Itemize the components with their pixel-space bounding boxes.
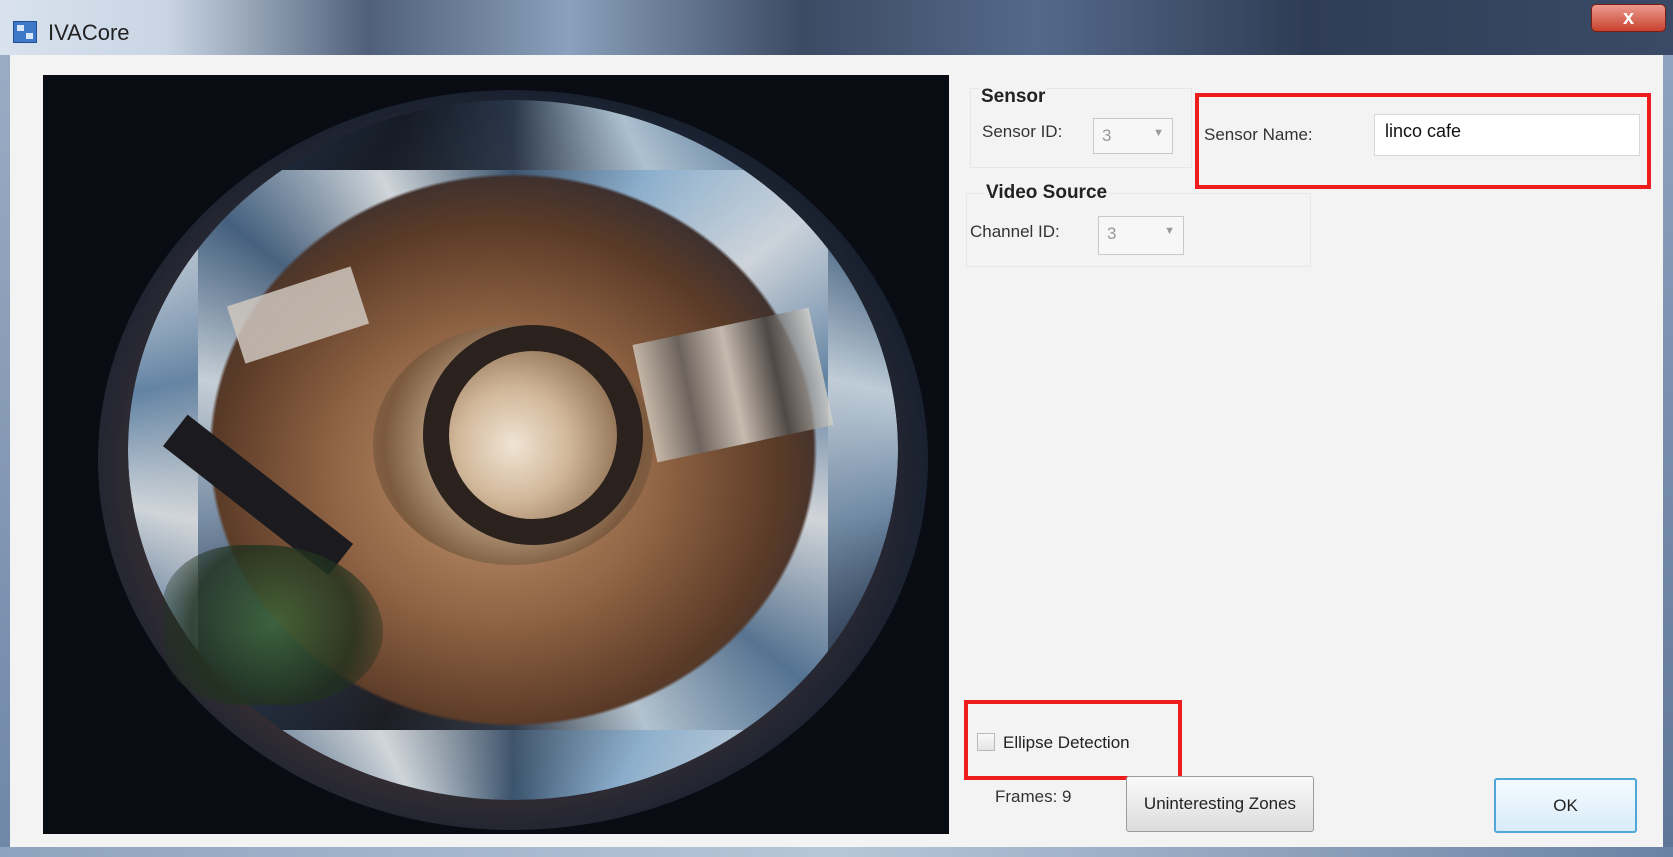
window-title: IVACore <box>48 20 130 45</box>
sensor-id-label: Sensor ID: <box>982 122 1063 141</box>
window-frame-right <box>1663 55 1673 857</box>
channel-id-combo[interactable]: 3 ▼ <box>1098 216 1184 255</box>
sensor-id-value: 3 <box>1102 126 1112 145</box>
chevron-down-icon: ▼ <box>1153 127 1164 139</box>
ellipse-detection-checkbox[interactable] <box>977 733 995 751</box>
frames-label: Frames: 9 <box>995 787 1072 806</box>
channel-id-value: 3 <box>1107 224 1117 243</box>
chevron-down-icon: ▼ <box>1164 225 1175 237</box>
close-button[interactable]: x <box>1591 4 1666 32</box>
sensor-name-label: Sensor Name: <box>1204 125 1313 144</box>
ellipse-detection-label: Ellipse Detection <box>1003 733 1130 752</box>
sensor-name-input[interactable]: linco cafe <box>1374 114 1640 156</box>
app-window-icon <box>13 21 37 43</box>
ok-button[interactable]: OK <box>1494 778 1637 833</box>
fisheye-center-bar <box>423 325 643 545</box>
uninteresting-zones-button[interactable]: Uninteresting Zones <box>1126 776 1314 832</box>
video-source-legend: Video Source <box>984 182 1110 204</box>
sensor-group-legend: Sensor <box>979 86 1048 108</box>
title-bar: IVACore x <box>0 0 1673 55</box>
window-frame-left <box>0 55 10 857</box>
channel-id-label: Channel ID: <box>970 222 1060 241</box>
window-frame-bottom <box>0 847 1673 857</box>
sensor-id-combo[interactable]: 3 ▼ <box>1093 118 1173 154</box>
camera-preview <box>43 75 949 834</box>
